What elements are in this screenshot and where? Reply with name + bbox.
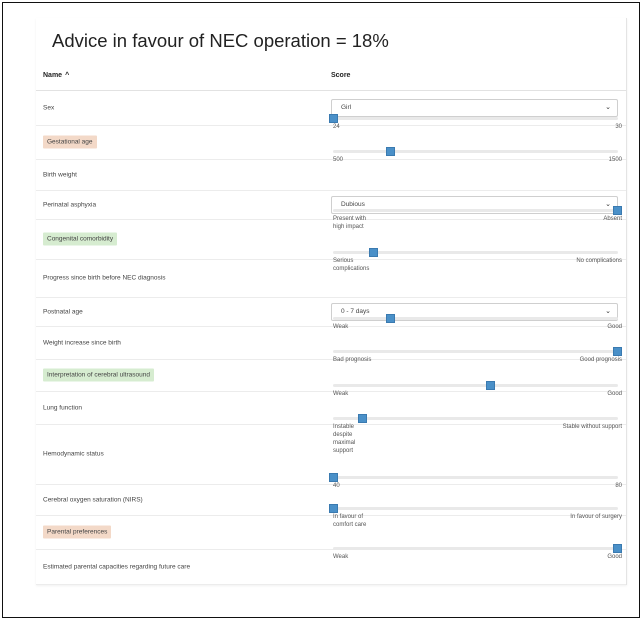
row-label: Postnatal age (43, 308, 83, 315)
table-row: Weight increase since birth Weak Good (36, 314, 626, 360)
slider-min-label: 40 (333, 483, 340, 489)
row-label: Lung function (43, 404, 83, 411)
slider-min-label: Serious complications (333, 258, 370, 272)
slider-max-label: 30 (615, 124, 622, 130)
slider-max-label: Good (607, 554, 622, 560)
slider-track[interactable] (333, 417, 618, 420)
row-label: Congenital comorbidity (43, 232, 118, 246)
slider-thumb[interactable] (386, 314, 395, 323)
slider-track[interactable] (333, 507, 618, 510)
column-header-score: Score (331, 72, 351, 79)
select-value: Dubious (341, 200, 365, 208)
table-row: Birth weight 500 1500 (36, 147, 626, 191)
slider-track[interactable] (333, 476, 618, 479)
slider-max-label: Stable without support (562, 424, 622, 430)
slider-thumb[interactable] (613, 347, 622, 356)
column-header-name[interactable]: Name ^ (43, 72, 69, 79)
slider-thumb[interactable] (368, 248, 378, 257)
slider-thumb[interactable] (329, 504, 338, 513)
slider-max-label: Absent (603, 216, 622, 222)
nec-advice-panel: Advice in favour of NEC operation = 18% … (36, 18, 627, 585)
table-row: Estimated parental capacities regarding … (36, 544, 626, 585)
slider-thumb[interactable] (613, 544, 622, 553)
row-label: Sex (43, 104, 55, 111)
select-value: Girl (341, 103, 352, 111)
slider-max-label: Good (607, 391, 622, 397)
row-label: Weight increase since birth (43, 339, 121, 346)
row-label: Gestational age (43, 135, 97, 149)
page-title: Advice in favour of NEC operation = 18% (52, 30, 389, 51)
slider-thumb[interactable] (357, 414, 367, 423)
table-row: Interpretation of cerebral ultrasound Bad… (36, 347, 626, 392)
slider-min-label: Bad prognosis (333, 357, 372, 363)
chevron-down-icon: ⌄ (605, 103, 611, 111)
row-label: Progress since birth before NEC diagnosi… (43, 274, 166, 282)
slider-max-label: Good (607, 324, 622, 330)
slider-min-label: Instable despite maximal support (333, 424, 356, 454)
table-header: Name ^ Score (36, 64, 626, 91)
table-row: Postnatal age 0 - 7 days ⌄ (36, 297, 626, 327)
sort-ascending-icon[interactable]: ^ (65, 72, 69, 79)
table-row: Perinatal asphyxia Dubious ⌄ (36, 190, 626, 220)
slider-min-label: Weak (333, 554, 349, 560)
slider-max-label: 80 (615, 483, 622, 489)
slider-track[interactable] (333, 384, 618, 387)
slider-track[interactable] (333, 317, 618, 320)
chevron-down-icon: ⌄ (605, 200, 611, 208)
slider-max-label: Good prognosis (579, 357, 622, 363)
row-label: Interpretation of cerebral ultrasound (43, 368, 154, 382)
slider-thumb[interactable] (386, 147, 395, 156)
slider-min-label: Present with high impact (333, 216, 367, 230)
column-header-name-label: Name (43, 72, 63, 79)
slider-max-label: No complications (576, 258, 622, 264)
slider-min-label: Weak (333, 324, 349, 330)
row-label: Cerebral oxygen saturation (NIRS) (43, 496, 143, 503)
slider-max-label: 1500 (608, 157, 622, 163)
slider-min-label: In favour of comfort care (333, 514, 367, 528)
slider-min-label: 500 (333, 157, 344, 163)
score-select[interactable]: Girl ⌄ (331, 98, 618, 117)
row-label: Parental preferences (43, 525, 112, 539)
slider-thumb[interactable] (485, 381, 495, 390)
slider-min-label: 24 (333, 124, 340, 130)
chevron-down-icon: ⌄ (605, 307, 611, 315)
table-row: Gestational age 24 30 (36, 114, 626, 160)
table-row: Parental preferences In favour of comfort… (36, 504, 626, 550)
slider-track[interactable] (333, 350, 618, 353)
slider-track[interactable] (333, 547, 618, 550)
slider-track[interactable] (333, 150, 618, 153)
slider-thumb[interactable] (329, 473, 338, 482)
slider-thumb[interactable] (613, 206, 622, 215)
slider-min-label: Weak (333, 391, 349, 397)
slider-track[interactable] (333, 117, 618, 120)
slider-max-label: In favour of surgery (570, 514, 622, 520)
table-row: Progress since birth before NEC diagnosi… (36, 248, 626, 298)
select-value: 0 - 7 days (341, 307, 370, 315)
slider-thumb[interactable] (329, 114, 338, 123)
row-label: Hemodynamic status (43, 450, 104, 458)
row-label: Birth weight (43, 171, 77, 178)
row-label: Perinatal asphyxia (43, 201, 97, 208)
row-label: Estimated parental capacities regarding … (43, 563, 191, 570)
slider-track[interactable] (333, 209, 618, 212)
